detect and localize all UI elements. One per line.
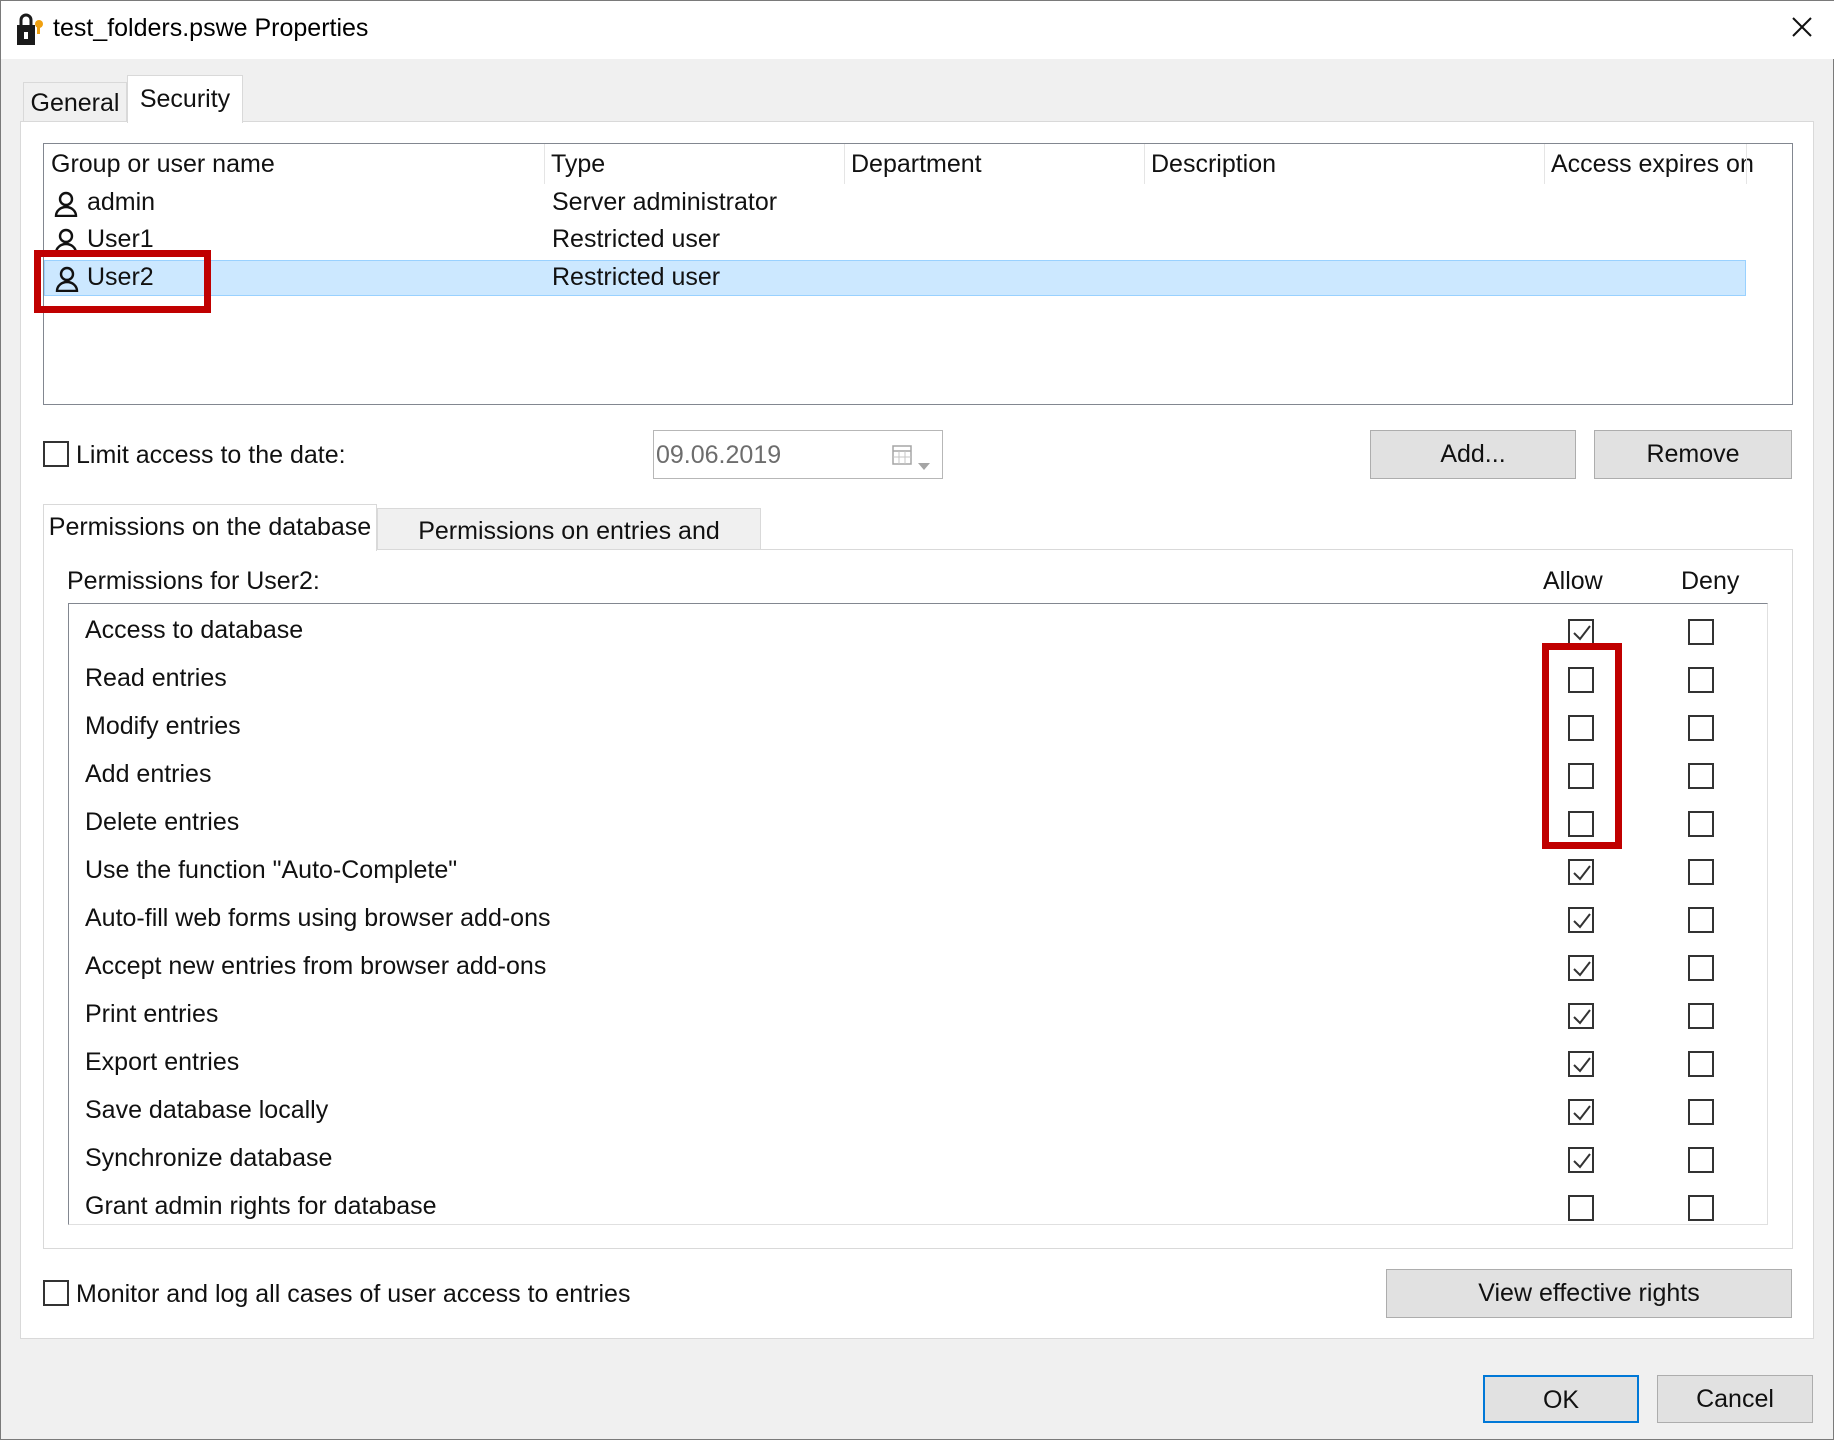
title-bar: test_folders.pswe Properties bbox=[1, 1, 1834, 59]
deny-checkbox[interactable] bbox=[1688, 1051, 1714, 1077]
chevron-down-icon bbox=[917, 450, 931, 479]
deny-checkbox[interactable] bbox=[1688, 955, 1714, 981]
permission-label: Save database locally bbox=[85, 1096, 329, 1124]
deny-checkbox[interactable] bbox=[1688, 715, 1714, 741]
tab-general[interactable]: General bbox=[23, 82, 127, 122]
deny-checkbox[interactable] bbox=[1688, 667, 1714, 693]
allow-column-header: Allow bbox=[1543, 567, 1603, 595]
tab-permissions-entries[interactable]: Permissions on entries and folders bbox=[377, 508, 761, 589]
permission-label: Delete entries bbox=[85, 808, 240, 836]
column-separator bbox=[1746, 144, 1747, 184]
permission-label: Access to database bbox=[85, 616, 304, 644]
deny-checkbox[interactable] bbox=[1688, 1195, 1714, 1221]
column-header-type[interactable]: Type bbox=[544, 150, 605, 179]
column-header-department[interactable]: Department bbox=[844, 150, 982, 179]
properties-dialog: test_folders.pswe Properties General Sec… bbox=[0, 0, 1834, 1440]
tab-security[interactable]: Security bbox=[127, 75, 243, 123]
permission-label: Add entries bbox=[85, 760, 212, 788]
allow-checkbox[interactable] bbox=[1568, 619, 1594, 645]
allow-checkbox[interactable] bbox=[1568, 1003, 1594, 1029]
permission-label: Accept new entries from browser add-ons bbox=[85, 952, 547, 980]
cancel-button[interactable]: Cancel bbox=[1657, 1375, 1813, 1423]
view-effective-rights-button[interactable]: View effective rights bbox=[1386, 1269, 1792, 1318]
permissions-title: Permissions for User2: bbox=[67, 567, 320, 595]
permission-label: Synchronize database bbox=[85, 1144, 333, 1172]
allow-checkbox[interactable] bbox=[1568, 955, 1594, 981]
date-picker[interactable]: 09.06.2019 bbox=[653, 430, 943, 479]
permission-row: Accept new entries from browser add-ons bbox=[69, 944, 1767, 992]
tab-permissions-database[interactable]: Permissions on the database bbox=[43, 504, 377, 551]
permission-row: Use the function "Auto-Complete" bbox=[69, 848, 1767, 896]
permission-row: Modify entries bbox=[69, 704, 1767, 752]
permission-label: Read entries bbox=[85, 664, 227, 692]
monitor-label: Monitor and log all cases of user access… bbox=[76, 1280, 631, 1308]
highlight-box-user2 bbox=[34, 250, 211, 313]
deny-checkbox[interactable] bbox=[1688, 907, 1714, 933]
add-button[interactable]: Add... bbox=[1370, 430, 1576, 479]
permission-row: Print entries bbox=[69, 992, 1767, 1040]
allow-checkbox[interactable] bbox=[1568, 1147, 1594, 1173]
deny-checkbox[interactable] bbox=[1688, 811, 1714, 837]
highlight-box-allow bbox=[1542, 643, 1622, 849]
allow-checkbox[interactable] bbox=[1568, 1195, 1594, 1221]
date-value: 09.06.2019 bbox=[656, 441, 782, 469]
permission-label: Modify entries bbox=[85, 712, 241, 740]
permission-row: Auto-fill web forms using browser add-on… bbox=[69, 896, 1767, 944]
deny-checkbox[interactable] bbox=[1688, 1003, 1714, 1029]
allow-checkbox[interactable] bbox=[1568, 1099, 1594, 1125]
deny-checkbox[interactable] bbox=[1688, 1099, 1714, 1125]
user-icon bbox=[54, 191, 78, 218]
user-row-user2[interactable]: User2 Restricted user bbox=[44, 260, 1746, 296]
permission-label: Print entries bbox=[85, 1000, 219, 1028]
user-row-user1[interactable]: User1 Restricted user bbox=[44, 223, 1746, 259]
deny-checkbox[interactable] bbox=[1688, 763, 1714, 789]
permission-row: Save database locally bbox=[69, 1088, 1767, 1136]
permission-row: Synchronize database bbox=[69, 1136, 1767, 1184]
permission-row: Export entries bbox=[69, 1040, 1767, 1088]
allow-checkbox[interactable] bbox=[1568, 1051, 1594, 1077]
allow-checkbox[interactable] bbox=[1568, 859, 1594, 885]
permission-row: Read entries bbox=[69, 656, 1767, 704]
window-title: test_folders.pswe Properties bbox=[53, 14, 369, 42]
permission-row: Add entries bbox=[69, 752, 1767, 800]
column-header-name[interactable]: Group or user name bbox=[44, 150, 275, 179]
monitor-checkbox[interactable] bbox=[43, 1280, 69, 1306]
permission-label: Export entries bbox=[85, 1048, 240, 1076]
user-name: admin bbox=[87, 188, 156, 216]
calendar-icon bbox=[892, 443, 914, 474]
permission-label: Auto-fill web forms using browser add-on… bbox=[85, 904, 551, 932]
permissions-list: Access to database Read entries Modify ent… bbox=[68, 603, 1768, 1225]
user-row-admin[interactable]: admin Server administrator bbox=[44, 186, 1746, 222]
permission-label: Grant admin rights for database bbox=[85, 1192, 437, 1220]
allow-checkbox[interactable] bbox=[1568, 907, 1594, 933]
user-list[interactable]: Group or user name Type Department Descr… bbox=[43, 143, 1793, 405]
user-type: Restricted user bbox=[552, 263, 721, 291]
permission-label: Use the function "Auto-Complete" bbox=[85, 856, 458, 884]
limit-access-checkbox[interactable] bbox=[43, 441, 69, 467]
deny-checkbox[interactable] bbox=[1688, 859, 1714, 885]
close-button[interactable] bbox=[1771, 1, 1833, 59]
column-header-expires[interactable]: Access expires on bbox=[1544, 150, 1754, 179]
user-type: Restricted user bbox=[552, 225, 721, 253]
app-lock-icon bbox=[15, 13, 45, 47]
close-icon bbox=[1791, 16, 1813, 45]
user-list-header: Group or user name Type Department Descr… bbox=[44, 144, 1792, 184]
deny-checkbox[interactable] bbox=[1688, 619, 1714, 645]
limit-access-label: Limit access to the date: bbox=[76, 441, 346, 469]
remove-button[interactable]: Remove bbox=[1594, 430, 1792, 479]
deny-column-header: Deny bbox=[1681, 567, 1740, 595]
ok-button[interactable]: OK bbox=[1483, 1375, 1639, 1423]
permission-row: Access to database bbox=[69, 608, 1767, 656]
deny-checkbox[interactable] bbox=[1688, 1147, 1714, 1173]
user-type: Server administrator bbox=[552, 188, 778, 216]
permission-row: Delete entries bbox=[69, 800, 1767, 848]
column-header-description[interactable]: Description bbox=[1144, 150, 1276, 179]
permission-row: Grant admin rights for database bbox=[69, 1184, 1767, 1224]
